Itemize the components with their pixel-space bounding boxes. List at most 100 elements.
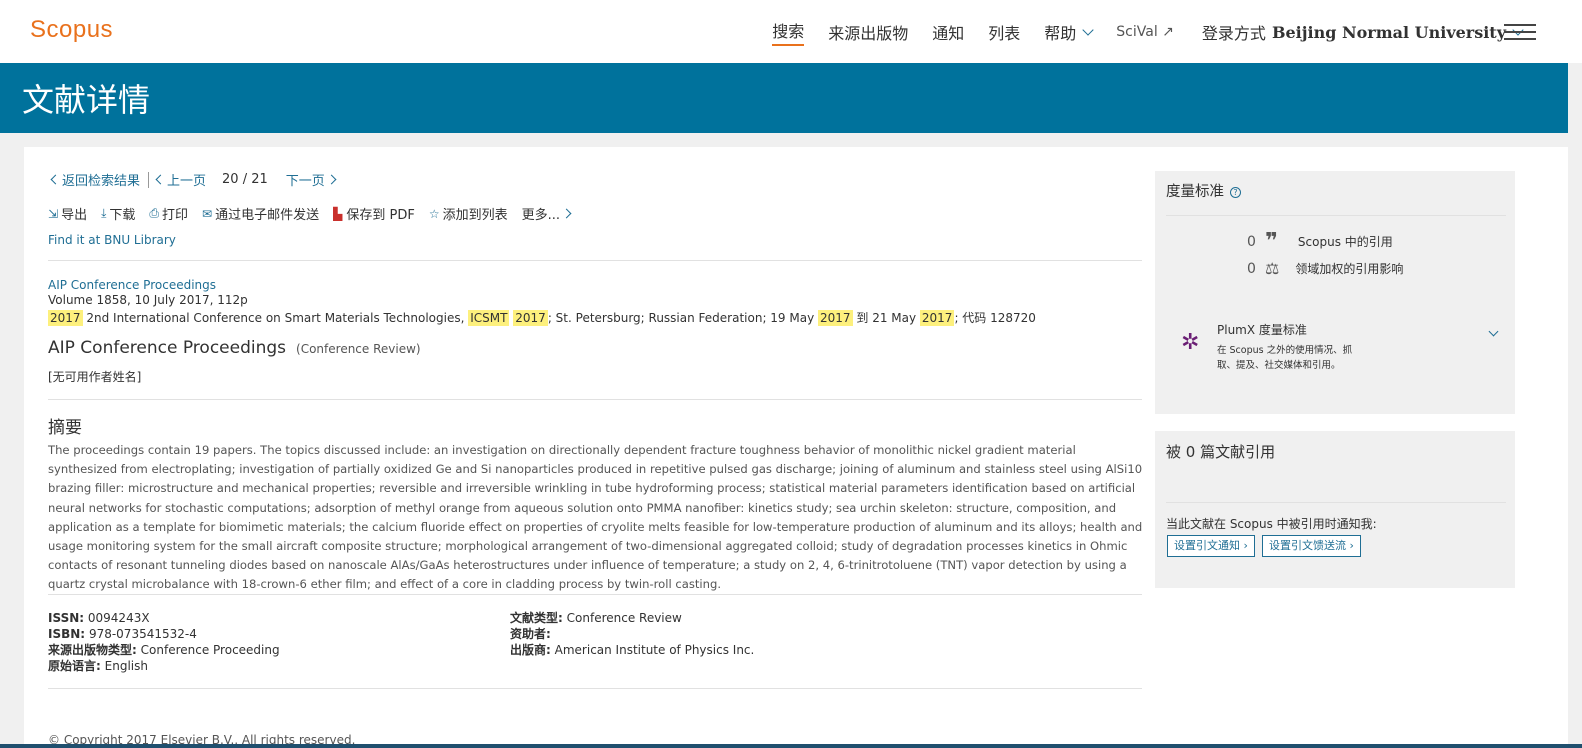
prev-page-label: 上一页 xyxy=(167,174,207,189)
document-type: (Conference Review) xyxy=(296,342,421,356)
export-button[interactable]: ⇲ 导出 xyxy=(48,204,87,224)
source-title-link[interactable]: AIP Conference Proceedings xyxy=(48,278,216,292)
fwci-metric[interactable]: 0 ⚖ 领域加权的引用影响 xyxy=(1247,259,1403,278)
print-label: 打印 xyxy=(162,208,189,223)
plumx-title[interactable]: PlumX 度量标准 xyxy=(1217,321,1307,338)
chevron-right-icon xyxy=(326,174,337,185)
balance-icon: ⚖ xyxy=(1265,259,1280,278)
add-to-list-button[interactable]: ☆ 添加到列表 xyxy=(428,204,508,224)
publisher-value: American Institute of Physics Inc. xyxy=(554,643,755,657)
email-button[interactable]: ✉ 通过电子邮件发送 xyxy=(202,204,320,224)
back-to-results-link[interactable]: 返回检索结果 xyxy=(50,170,141,189)
divider xyxy=(48,688,1142,689)
help-icon[interactable]: ? xyxy=(1230,186,1241,198)
prev-page-link[interactable]: 上一页 xyxy=(155,170,207,189)
main-nav: 搜索 来源出版物 通知 列表 帮助 SciVal ↗ 登录方式 Beijing … xyxy=(748,18,1524,46)
nav-help-label: 帮助 xyxy=(1044,24,1077,43)
publisher-key: 出版商: xyxy=(510,643,551,657)
login-org: Beijing Normal University xyxy=(1271,22,1506,42)
abstract-heading: 摘要 xyxy=(48,418,82,438)
conference-text: 到 21 May xyxy=(852,311,920,325)
source-type-row: 来源出版物类型: Conference Proceeding xyxy=(48,642,280,658)
top-navigation-bar: Scopus 搜索 来源出版物 通知 列表 帮助 SciVal ↗ 登录方式 B… xyxy=(0,0,1582,63)
scopus-logo[interactable]: Scopus xyxy=(30,16,113,44)
find-at-library-link[interactable]: Find it at BNU Library xyxy=(48,233,176,247)
issn-key: ISSN: xyxy=(48,611,85,625)
publisher-row: 出版商: American Institute of Physics Inc. xyxy=(510,642,754,658)
printer-icon: ⎙ xyxy=(149,206,160,220)
chevron-left-icon xyxy=(155,174,166,185)
next-page-link[interactable]: 下一页 xyxy=(285,170,337,189)
issn-row: ISSN: 0094243X xyxy=(48,610,280,626)
download-icon: ⤓ xyxy=(101,206,107,220)
source-volume: Volume 1858, 10 July 2017, 112p xyxy=(48,293,248,307)
search-highlight: 2017 xyxy=(818,310,853,326)
star-icon: ☆ xyxy=(428,206,440,221)
nav-search[interactable]: 搜索 xyxy=(772,18,805,46)
cited-by-panel: 被 0 篇文献引用 当此文献在 Scopus 中被引用时通知我: 设置引文通知 … xyxy=(1155,431,1515,588)
set-citation-feed-button[interactable]: 设置引文馈送流 › xyxy=(1262,535,1361,557)
conference-code: ; 代码 128720 xyxy=(954,311,1036,325)
author-list: [无可用作者姓名] xyxy=(48,370,142,384)
print-button[interactable]: ⎙ 打印 xyxy=(149,204,188,223)
source-type-key: 来源出版物类型: xyxy=(48,643,137,657)
search-highlight: 2017 xyxy=(513,310,548,326)
cited-by-heading: 被 0 篇文献引用 xyxy=(1166,443,1276,461)
abstract-text: The proceedings contain 19 papers. The t… xyxy=(48,443,1143,592)
fwci-label: 领域加权的引用影响 xyxy=(1295,262,1404,276)
divider xyxy=(1166,215,1506,216)
menu-icon[interactable] xyxy=(1504,24,1536,40)
citations-metric[interactable]: 0 ❞ Scopus 中的引用 xyxy=(1247,229,1393,254)
title-band: 文献详情 xyxy=(0,63,1582,133)
divider xyxy=(48,594,1142,595)
divider xyxy=(48,260,1142,261)
chevron-down-icon xyxy=(1082,24,1094,36)
document-title: AIP Conference Proceedings (Conference Re… xyxy=(48,338,421,358)
metrics-heading: 度量标准? xyxy=(1166,180,1241,201)
isbn-value: 978-073541532-4 xyxy=(88,627,197,641)
breadcrumb: 返回检索结果 上一页 20 / 21 下一页 xyxy=(50,170,337,189)
export-icon: ⇲ xyxy=(48,206,59,221)
document-toolbar: ⇲ 导出 ⤓ 下载 ⎙ 打印 ✉ 通过电子邮件发送 ▙ 保存到 PDF ☆ 添加到列表 更多… xyxy=(48,204,572,224)
chevron-left-icon xyxy=(50,174,61,185)
envelope-icon: ✉ xyxy=(202,206,213,221)
citations-count: 0 xyxy=(1247,233,1256,250)
plumx-description: 在 Scopus 之外的使用情况、抓取、提及、社交媒体和引用。 xyxy=(1217,345,1353,371)
metadata-column-left: ISSN: 0094243X ISBN: 978-073541532-4 来源出… xyxy=(48,610,280,674)
isbn-key: ISBN: xyxy=(48,627,86,641)
divider xyxy=(148,171,150,188)
conference-info: 2017 2nd International Conference on Sma… xyxy=(48,309,1036,326)
nav-alerts[interactable]: 通知 xyxy=(932,20,964,44)
next-page-label: 下一页 xyxy=(285,174,325,189)
login-prefix: 登录方式 xyxy=(1201,24,1266,43)
more-label: 更多... xyxy=(521,208,560,223)
back-to-results-label: 返回检索结果 xyxy=(62,174,141,189)
page-scrollbar[interactable] xyxy=(1568,63,1582,748)
nav-sources[interactable]: 来源出版物 xyxy=(828,20,908,44)
nav-lists[interactable]: 列表 xyxy=(988,20,1020,44)
chevron-down-icon[interactable] xyxy=(1488,326,1499,337)
more-button[interactable]: 更多... xyxy=(521,204,572,223)
doctype-value: Conference Review xyxy=(566,611,682,625)
citations-label: Scopus 中的引用 xyxy=(1297,235,1393,249)
pager-position: 20 / 21 xyxy=(222,172,268,187)
nav-help[interactable]: 帮助 xyxy=(1044,20,1094,44)
footer-edge xyxy=(0,744,1582,748)
download-button[interactable]: ⤓ 下载 xyxy=(101,204,135,223)
email-label: 通过电子邮件发送 xyxy=(215,208,320,223)
quote-icon: ❞ xyxy=(1265,229,1278,254)
pager-slash: / xyxy=(242,172,248,187)
doctype-row: 文献类型: Conference Review xyxy=(510,610,754,626)
fwci-count: 0 xyxy=(1247,260,1256,277)
language-row: 原始语言: English xyxy=(48,658,280,674)
funder-key: 资助者: xyxy=(510,627,551,641)
nav-scival[interactable]: SciVal ↗ xyxy=(1116,24,1174,40)
doctype-key: 文献类型: xyxy=(510,611,563,625)
save-pdf-button[interactable]: ▙ 保存到 PDF xyxy=(333,204,415,224)
set-citation-alert-button[interactable]: 设置引文通知 › xyxy=(1167,535,1255,557)
conference-text: ; St. Petersburg; Russian Federation; 19… xyxy=(547,311,819,325)
plumx-icon: ✲ xyxy=(1181,330,1200,355)
issn-value: 0094243X xyxy=(87,611,150,625)
login-institution[interactable]: 登录方式 Beijing Normal University xyxy=(1201,20,1524,44)
divider xyxy=(48,399,1142,400)
